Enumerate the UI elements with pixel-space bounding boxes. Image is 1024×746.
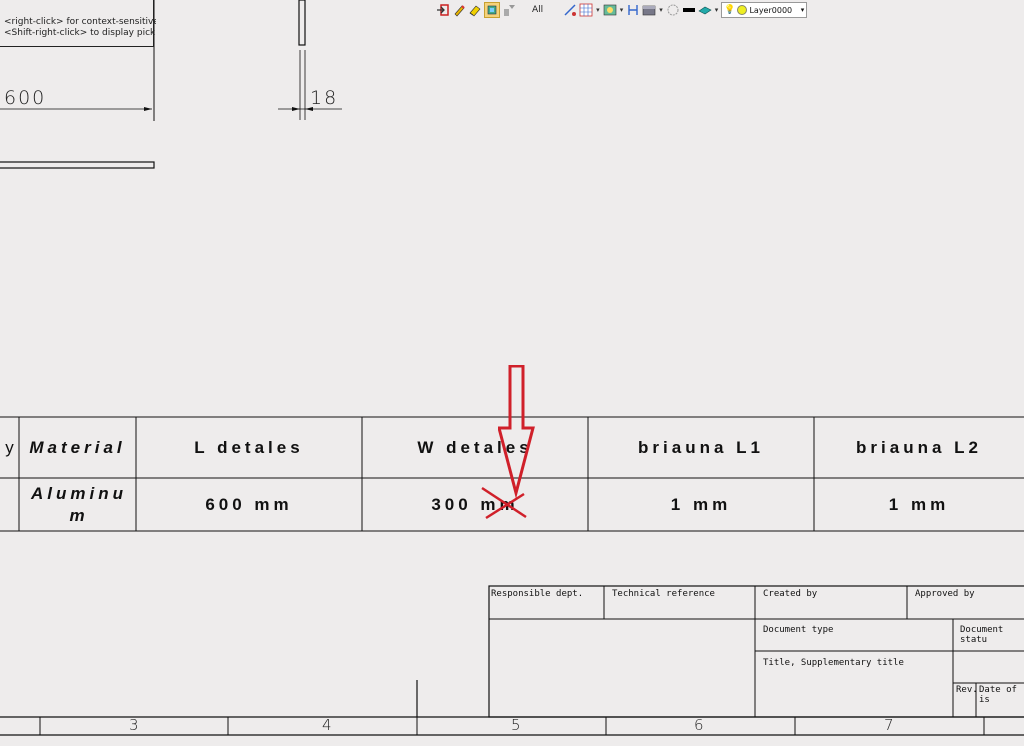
title-block-created-by: Created by [763,589,818,599]
zone-number: 4 [322,716,332,734]
table-cell: 300 mm [431,494,519,514]
eraser-icon[interactable] [468,3,482,17]
title-block-responsible-dept: Responsible dept. [491,589,584,599]
snap-icon[interactable] [563,3,577,17]
part-thickness-view [298,0,306,46]
filter-all-label[interactable]: All [532,5,543,15]
filter-icon[interactable] [502,3,516,17]
annotation-cross-mark [481,486,527,520]
tooltip-line-2: <Shift-right-click> to display pick filt… [4,28,156,38]
zone-number: 6 [694,716,704,734]
table-cell: 1 mm [670,494,732,514]
grid-icon[interactable] [579,3,593,17]
title-block-title: Title, Supplementary title [763,658,904,668]
zone-number: 7 [884,716,894,734]
zone-number: 3 [129,716,139,734]
table-cell: 600 mm [205,494,293,514]
tooltip: <right-click> for context-sensitive opti… [4,17,156,39]
color-icon[interactable] [682,3,696,17]
chevron-down-icon[interactable]: ▾ [620,6,624,14]
title-block-document-type: Document type [763,625,834,635]
dimension-label-thickness: 18 [310,87,339,109]
dimension-label-width: 600 [4,87,47,109]
pencil-icon[interactable] [452,3,466,17]
table-cell: 1 mm [888,494,950,514]
title-block-approved-by: Approved by [915,589,975,599]
table-cell-material: Aluminum [31,483,127,525]
exit-icon[interactable] [436,3,450,17]
layer-dropdown[interactable]: 💡 Layer0000 ▾ [721,2,808,18]
table-header-cell: Material [29,437,126,457]
chevron-down-icon[interactable]: ▾ [596,6,600,14]
table-header-cell: y [5,437,14,457]
lightbulb-icon: 💡 [724,5,736,15]
hidden-icon[interactable] [642,3,656,17]
title-block-document-status: Document statu [960,625,1004,645]
toolbar: All ▾ ▾ ▾ ▾ 💡 Layer0000 ▾ [436,0,808,20]
save-view-icon[interactable] [626,3,640,17]
table-header-cell: briauna L1 [638,437,764,457]
chevron-down-icon[interactable]: ▾ [715,6,719,14]
chevron-down-icon[interactable]: ▾ [659,6,663,14]
table-header-cell: L detales [194,437,304,457]
part-edge-view [0,161,155,169]
table-header-cell: W detales [417,437,533,457]
zone-number: 5 [511,716,521,734]
table-header-cell: briauna L2 [856,437,982,457]
material-icon[interactable] [698,3,712,17]
dim-arrow-600 [144,107,152,111]
layer-name: Layer0000 [749,5,793,15]
layer-color-icon [737,5,748,15]
select-icon[interactable] [484,2,500,18]
title-block-date-of-issue: Date of is [979,685,1017,705]
title-block-rev: Rev. [956,685,978,695]
render-icon[interactable] [666,3,680,17]
display-icon[interactable] [603,3,617,17]
tooltip-line-1: <right-click> for context-sensitive opti… [4,17,156,27]
chevron-down-icon: ▾ [800,6,805,14]
dim-arrow-18-left [292,107,300,111]
title-block-technical-reference: Technical reference [612,589,715,599]
